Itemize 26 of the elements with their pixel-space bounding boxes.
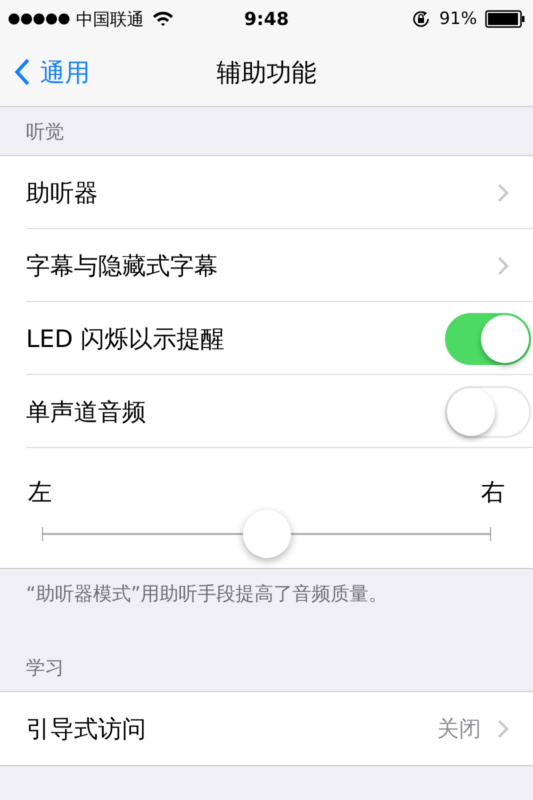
row-value: 关闭 bbox=[437, 716, 481, 744]
chevron-icon bbox=[497, 718, 509, 738]
signal-icon bbox=[8, 13, 70, 25]
left-label: 左 bbox=[28, 477, 52, 508]
wifi-icon bbox=[152, 11, 174, 27]
page-title: 辅助功能 bbox=[216, 56, 316, 88]
row-label: LED 闪烁以示提醒 bbox=[26, 324, 226, 354]
chevron-icon bbox=[497, 256, 509, 276]
back-button[interactable]: 通用 bbox=[0, 56, 90, 88]
battery-icon bbox=[485, 10, 525, 28]
back-chevron-icon bbox=[14, 58, 30, 86]
section-header: 学习 bbox=[26, 656, 64, 681]
battery-percent: 91% bbox=[439, 9, 477, 29]
row-label: 字幕与隐藏式字幕 bbox=[26, 250, 219, 282]
slider-thumb[interactable] bbox=[242, 510, 290, 558]
row-label: 引导式访问 bbox=[26, 714, 147, 744]
rotation-lock-icon bbox=[411, 9, 432, 29]
chevron-icon bbox=[497, 182, 509, 202]
row-label: 单声道音频 bbox=[26, 396, 147, 428]
toggle-switch[interactable] bbox=[445, 312, 531, 364]
status-time: 9:48 bbox=[244, 8, 289, 30]
carrier-name: 中国联通 bbox=[76, 8, 144, 30]
section-header: 听觉 bbox=[26, 120, 64, 145]
right-label: 右 bbox=[481, 477, 505, 508]
row-label: 助听器 bbox=[26, 178, 99, 208]
section-footer: “助听器模式”用助听手段提高了音频质量。 bbox=[26, 583, 388, 605]
